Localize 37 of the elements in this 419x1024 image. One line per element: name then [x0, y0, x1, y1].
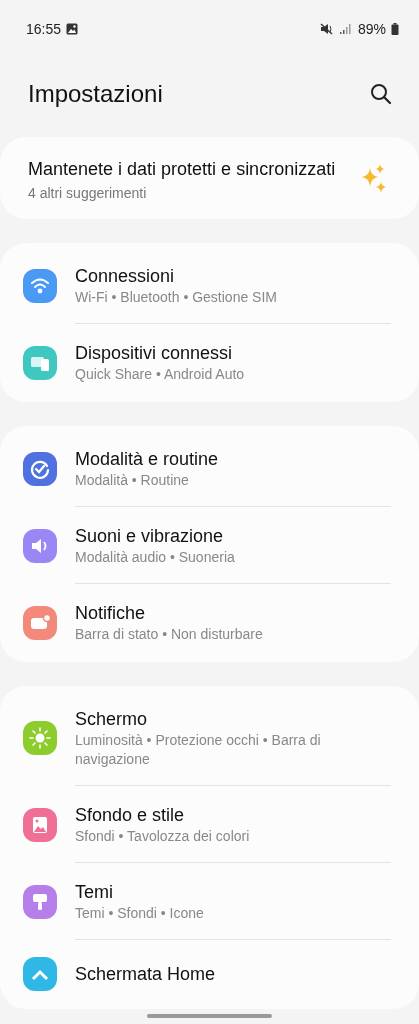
- item-subtitle: Modalità audio • Suoneria: [75, 548, 235, 567]
- settings-item[interactable]: Suoni e vibrazione Modalità audio • Suoneria: [0, 507, 419, 583]
- item-subtitle: Sfondi • Tavolozza dei colori: [75, 827, 250, 846]
- settings-item[interactable]: Connessioni Wi-Fi • Bluetooth • Gestione SIM: [0, 247, 419, 323]
- item-title: Schermata Home: [75, 963, 216, 986]
- search-icon[interactable]: [370, 83, 392, 105]
- status-time: 16:55: [26, 21, 62, 37]
- item-title: Dispositivi connessi: [75, 342, 234, 365]
- item-title: Schermo: [75, 708, 149, 731]
- item-title: Modalità e routine: [75, 448, 219, 471]
- item-title: Suoni e vibrazione: [75, 525, 225, 548]
- item-subtitle: Wi-Fi • Bluetooth • Gestione SIM: [75, 288, 277, 307]
- item-title: Temi: [75, 881, 114, 904]
- settings-item[interactable]: Temi Temi • Sfondi • Icone: [0, 863, 419, 939]
- item-subtitle: Modalità • Routine: [75, 471, 190, 490]
- item-subtitle: Quick Share • Android Auto: [75, 365, 245, 384]
- settings-item[interactable]: Sfondo e stile Sfondi • Tavolozza dei colori: [0, 786, 419, 862]
- battery-icon: [391, 23, 399, 35]
- item-title: Sfondo e stile: [75, 804, 186, 827]
- settings-item[interactable]: Modalità e routine Modalità • Routine: [0, 430, 419, 506]
- suggestion-subtitle: 4 altri suggerimenti: [28, 185, 148, 201]
- item-subtitle: Barra di stato • Non disturbare: [75, 625, 263, 644]
- signal-icon: [338, 23, 351, 35]
- image-icon: [66, 23, 79, 35]
- item-subtitle: Luminosità • Protezione occhi • Barra di navigazione: [75, 731, 322, 769]
- settings-item[interactable]: Notifiche Barra di stato • Non disturbare: [0, 584, 419, 660]
- mute-icon: [319, 23, 334, 35]
- item-title: Connessioni: [75, 265, 176, 288]
- suggestion-title: Mantenete i dati protetti e sincronizzati: [28, 158, 337, 181]
- item-title: Notifiche: [75, 602, 147, 625]
- settings-item[interactable]: Schermata Home: [0, 940, 419, 1007]
- settings-item[interactable]: Dispositivi connessi Quick Share • Android Auto: [0, 324, 419, 400]
- settings-item[interactable]: Schermo Luminosità • Protezione occhi • Barra di navigazione: [0, 690, 419, 785]
- suggestion-card[interactable]: Mantenete i dati protetti e sincronizzati 4 altri suggerimenti: [0, 137, 419, 219]
- page-title: Impostazioni: [28, 80, 163, 108]
- item-subtitle: Temi • Sfondi • Icone: [75, 904, 204, 923]
- battery-level: 89%: [357, 21, 386, 37]
